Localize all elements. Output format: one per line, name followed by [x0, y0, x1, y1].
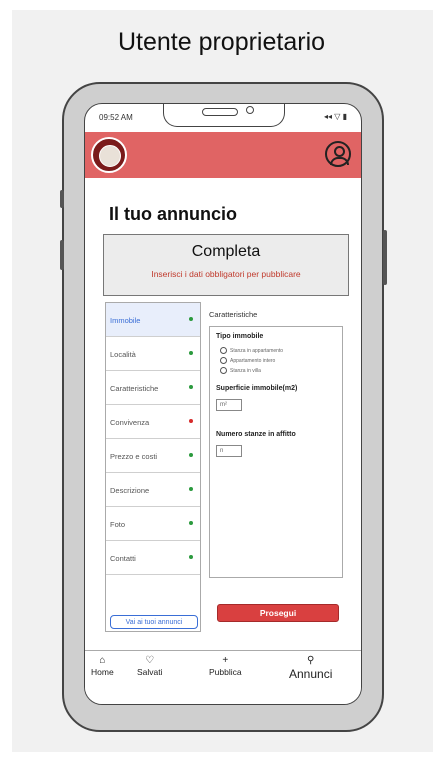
page-heading: Utente proprietario — [117, 28, 326, 56]
app-bar — [85, 132, 361, 178]
camera — [246, 106, 254, 114]
notch — [163, 104, 285, 127]
sidebar-item-convivenza[interactable]: Convivenza — [106, 405, 200, 439]
status-time: 09:52 AM — [99, 113, 133, 122]
nav-label: Annunci — [289, 667, 333, 681]
sidebar-item-descrizione[interactable]: Descrizione — [106, 473, 200, 507]
side-button — [60, 190, 64, 208]
bottom-navigation: ⌂ Home ♡ Salvati + Pubblica ⚲ Annunci — [85, 650, 361, 704]
home-icon: ⌂ — [99, 655, 106, 666]
logo-seal — [99, 145, 121, 167]
complete-status-dot — [189, 385, 193, 389]
nav-label: Salvati — [137, 667, 163, 677]
sidebar-item-caratteristiche[interactable]: Caratteristiche — [106, 371, 200, 405]
pin-icon: ⚲ — [307, 655, 315, 666]
area-label: Superficie immobile(m2) — [216, 385, 298, 392]
sidebar-item-label: Descrizione — [110, 486, 150, 495]
status-bar: 09:52 AM ◂◂ ▽ ▮ — [85, 104, 361, 128]
nav-saved[interactable]: ♡ Salvati — [137, 655, 163, 677]
sidebar-item-label: Località — [110, 350, 136, 359]
section-sidebar: Immobile Località Caratteristiche Conviv… — [105, 302, 201, 632]
go-to-ads-button[interactable]: Vai ai tuoi annunci — [110, 615, 198, 629]
sidebar-item-immobile[interactable]: Immobile — [106, 303, 200, 337]
nav-home[interactable]: ⌂ Home — [91, 655, 114, 677]
power-button — [383, 230, 387, 285]
sidebar-item-label: Prezzo e costi — [110, 452, 158, 461]
complete-status-dot — [189, 351, 193, 355]
speaker — [202, 108, 238, 116]
sidebar-item-label: Convivenza — [110, 418, 150, 427]
form-panel: Immobile Località Caratteristiche Conviv… — [105, 302, 347, 632]
rooms-label: Numero stanze in affitto — [216, 431, 296, 438]
complete-status-dot — [189, 487, 193, 491]
page-title: Il tuo annuncio — [109, 204, 237, 224]
sidebar-item-contatti[interactable]: Contatti — [106, 541, 200, 575]
sidebar-item-localita[interactable]: Località — [106, 337, 200, 371]
completion-title: Completa — [191, 243, 261, 260]
completion-subtitle: Inserisci i dati obbligatori per pubblic… — [151, 269, 301, 279]
volume-button — [60, 240, 64, 270]
status-icons: ◂◂ ▽ ▮ — [323, 112, 347, 121]
nav-publish[interactable]: + Pubblica — [209, 655, 242, 677]
rooms-input[interactable]: n — [216, 445, 242, 457]
complete-status-dot — [189, 453, 193, 457]
option-label: Stanza in villa — [230, 367, 261, 374]
form-content: Caratteristiche Tipo immobile Stanza in … — [209, 302, 343, 588]
option-label: Stanza in appartamento — [230, 347, 284, 354]
complete-status-dot — [189, 555, 193, 559]
property-type-option[interactable]: Appartamento intero — [220, 357, 275, 364]
radio-icon — [220, 357, 227, 364]
proceed-button[interactable]: Prosegui — [217, 604, 339, 622]
sidebar-item-label: Foto — [110, 520, 126, 529]
sidebar-item-label: Contatti — [110, 554, 136, 563]
property-type-option[interactable]: Stanza in villa — [220, 367, 261, 374]
nav-label: Home — [91, 667, 114, 677]
sidebar-item-label: Immobile — [110, 316, 141, 325]
plus-icon: + — [222, 655, 229, 666]
complete-status-dot — [189, 317, 193, 321]
radio-icon — [220, 347, 227, 354]
area-input[interactable]: m² — [216, 399, 242, 411]
sidebar-item-prezzo[interactable]: Prezzo e costi — [106, 439, 200, 473]
app-logo[interactable] — [91, 137, 127, 173]
complete-status-dot — [189, 521, 193, 525]
user-profile-icon[interactable] — [325, 141, 351, 167]
heart-icon: ♡ — [145, 655, 155, 666]
sidebar-item-foto[interactable]: Foto — [106, 507, 200, 541]
property-type-option[interactable]: Stanza in appartamento — [220, 347, 283, 354]
section-title: Caratteristiche — [209, 310, 258, 319]
form-fields-box: Tipo immobile Stanza in appartamento App… — [209, 326, 343, 578]
radio-icon — [220, 367, 227, 374]
sidebar-item-label: Caratteristiche — [110, 384, 159, 393]
completion-banner: Completa Inserisci i dati obbligatori pe… — [103, 234, 349, 296]
incomplete-status-dot — [189, 419, 193, 423]
property-type-label: Tipo immobile — [216, 333, 264, 340]
phone-screen: 09:52 AM ◂◂ ▽ ▮ Il tuo annuncio Completa… — [84, 103, 362, 705]
option-label: Appartamento intero — [230, 357, 276, 364]
nav-ads[interactable]: ⚲ Annunci — [289, 655, 332, 681]
nav-label: Pubblica — [209, 667, 242, 677]
